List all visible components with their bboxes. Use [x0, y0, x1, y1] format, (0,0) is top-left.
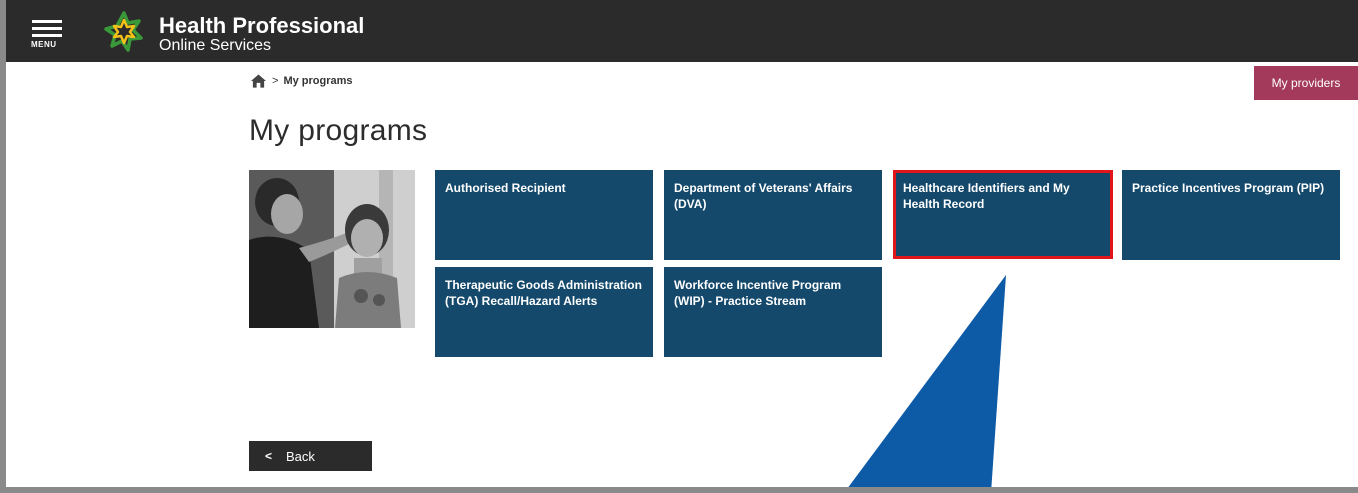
logo-icon: [104, 11, 143, 52]
program-tile-dva[interactable]: Department of Veterans' Affairs (DVA): [664, 170, 882, 260]
program-tile-wip[interactable]: Workforce Incentive Program (WIP) - Prac…: [664, 267, 882, 357]
program-tile-healthcare-identifiers[interactable]: Healthcare Identifiers and My Health Rec…: [893, 170, 1113, 259]
breadcrumb: > My programs: [251, 72, 353, 90]
my-providers-button[interactable]: My providers: [1254, 66, 1358, 100]
program-tile-authorised-recipient[interactable]: Authorised Recipient: [435, 170, 653, 260]
program-tile-pip[interactable]: Practice Incentives Program (PIP): [1122, 170, 1340, 260]
app-frame: MENU Health Professional Online Services…: [0, 0, 1358, 493]
program-tile-tga[interactable]: Therapeutic Goods Administration (TGA) R…: [435, 267, 653, 357]
menu-label: MENU: [31, 40, 57, 49]
back-label: Back: [286, 448, 315, 464]
home-icon[interactable]: [251, 74, 266, 88]
page-title: My programs: [249, 114, 428, 147]
hamburger-icon-line: [32, 27, 62, 30]
menu-button[interactable]: MENU: [28, 12, 72, 52]
nurse-child-photo: [249, 170, 415, 328]
hamburger-icon: [32, 20, 62, 23]
top-header: MENU Health Professional Online Services: [6, 0, 1358, 62]
brand-title: Health Professional: [159, 13, 365, 38]
breadcrumb-separator: >: [272, 75, 279, 87]
chevron-left-icon: <: [265, 449, 273, 463]
breadcrumb-current: My programs: [283, 75, 353, 87]
brand-subtitle: Online Services: [159, 37, 272, 54]
hamburger-icon-line: [32, 34, 62, 37]
back-button[interactable]: < Back: [249, 441, 372, 471]
